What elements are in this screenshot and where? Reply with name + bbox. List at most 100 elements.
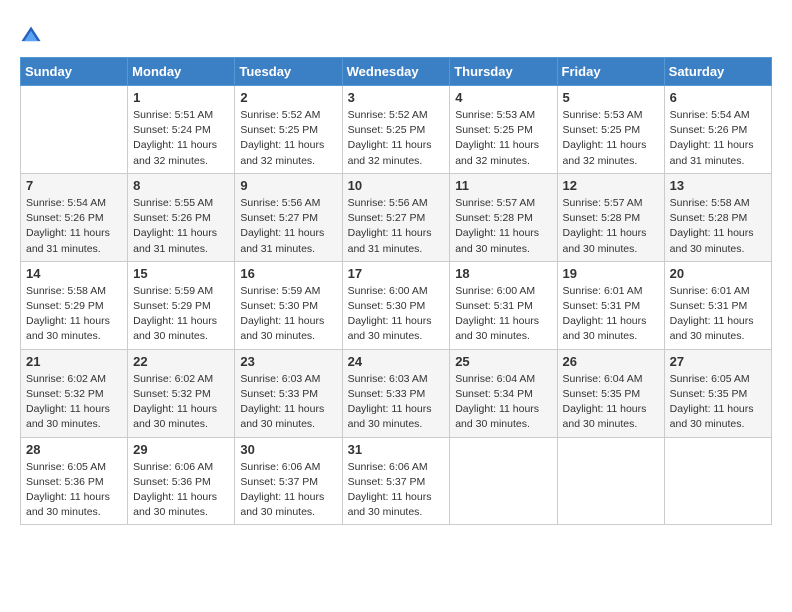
calendar-cell: 8 Sunrise: 5:55 AMSunset: 5:26 PMDaylight… xyxy=(128,173,235,261)
calendar-cell: 5 Sunrise: 5:53 AMSunset: 5:25 PMDaylight… xyxy=(557,86,664,174)
cell-info: Sunrise: 6:02 AMSunset: 5:32 PMDaylight:… xyxy=(26,372,122,433)
weekday-header-thursday: Thursday xyxy=(450,58,557,86)
day-number: 24 xyxy=(348,354,445,369)
calendar-cell: 7 Sunrise: 5:54 AMSunset: 5:26 PMDaylight… xyxy=(21,173,128,261)
day-number: 15 xyxy=(133,266,229,281)
cell-info: Sunrise: 5:53 AMSunset: 5:25 PMDaylight:… xyxy=(563,108,659,169)
calendar-cell: 9 Sunrise: 5:56 AMSunset: 5:27 PMDaylight… xyxy=(235,173,342,261)
cell-info: Sunrise: 6:00 AMSunset: 5:30 PMDaylight:… xyxy=(348,284,445,345)
calendar-cell: 14 Sunrise: 5:58 AMSunset: 5:29 PMDayligh… xyxy=(21,261,128,349)
cell-info: Sunrise: 6:01 AMSunset: 5:31 PMDaylight:… xyxy=(563,284,659,345)
day-number: 21 xyxy=(26,354,122,369)
day-number: 18 xyxy=(455,266,551,281)
day-number: 31 xyxy=(348,442,445,457)
calendar-table: SundayMondayTuesdayWednesdayThursdayFrid… xyxy=(20,57,772,525)
cell-info: Sunrise: 5:56 AMSunset: 5:27 PMDaylight:… xyxy=(348,196,445,257)
calendar-cell: 16 Sunrise: 5:59 AMSunset: 5:30 PMDayligh… xyxy=(235,261,342,349)
cell-info: Sunrise: 5:57 AMSunset: 5:28 PMDaylight:… xyxy=(563,196,659,257)
calendar-week-row: 28 Sunrise: 6:05 AMSunset: 5:36 PMDayligh… xyxy=(21,437,772,525)
day-number: 2 xyxy=(240,90,336,105)
cell-info: Sunrise: 5:56 AMSunset: 5:27 PMDaylight:… xyxy=(240,196,336,257)
weekday-header-saturday: Saturday xyxy=(664,58,771,86)
weekday-header-friday: Friday xyxy=(557,58,664,86)
day-number: 9 xyxy=(240,178,336,193)
day-number: 13 xyxy=(670,178,766,193)
day-number: 17 xyxy=(348,266,445,281)
calendar-cell: 2Sunrise: 5:52 AMSunset: 5:25 PMDaylight… xyxy=(235,86,342,174)
cell-info: Sunrise: 6:05 AMSunset: 5:35 PMDaylight:… xyxy=(670,372,766,433)
calendar-cell xyxy=(664,437,771,525)
calendar-cell: 28 Sunrise: 6:05 AMSunset: 5:36 PMDayligh… xyxy=(21,437,128,525)
calendar-cell: 30Sunrise: 6:06 AMSunset: 5:37 PMDayligh… xyxy=(235,437,342,525)
cell-info: Sunrise: 6:00 AMSunset: 5:31 PMDaylight:… xyxy=(455,284,551,345)
calendar-cell: 29 Sunrise: 6:06 AMSunset: 5:36 PMDayligh… xyxy=(128,437,235,525)
day-number: 22 xyxy=(133,354,229,369)
cell-info: Sunrise: 6:04 AMSunset: 5:35 PMDaylight:… xyxy=(563,372,659,433)
day-number: 1 xyxy=(133,90,229,105)
calendar-cell: 26 Sunrise: 6:04 AMSunset: 5:35 PMDayligh… xyxy=(557,349,664,437)
day-number: 23 xyxy=(240,354,336,369)
cell-info: Sunrise: 5:54 AMSunset: 5:26 PMDaylight:… xyxy=(26,196,122,257)
cell-info: Sunrise: 5:59 AMSunset: 5:30 PMDaylight:… xyxy=(240,284,336,345)
generalblue-icon xyxy=(20,25,42,47)
cell-info: Sunrise: 5:53 AMSunset: 5:25 PMDaylight:… xyxy=(455,108,551,169)
day-number: 28 xyxy=(26,442,122,457)
day-number: 10 xyxy=(348,178,445,193)
day-number: 8 xyxy=(133,178,229,193)
calendar-week-row: 21 Sunrise: 6:02 AMSunset: 5:32 PMDayligh… xyxy=(21,349,772,437)
weekday-header-wednesday: Wednesday xyxy=(342,58,450,86)
weekday-header-sunday: Sunday xyxy=(21,58,128,86)
calendar-cell: 24Sunrise: 6:03 AMSunset: 5:33 PMDayligh… xyxy=(342,349,450,437)
cell-info: Sunrise: 6:03 AMSunset: 5:33 PMDaylight:… xyxy=(240,372,336,433)
cell-info: Sunrise: 6:04 AMSunset: 5:34 PMDaylight:… xyxy=(455,372,551,433)
calendar-week-row: 1 Sunrise: 5:51 AMSunset: 5:24 PMDaylight… xyxy=(21,86,772,174)
calendar-cell: 21 Sunrise: 6:02 AMSunset: 5:32 PMDayligh… xyxy=(21,349,128,437)
day-number: 6 xyxy=(670,90,766,105)
calendar-cell: 23 Sunrise: 6:03 AMSunset: 5:33 PMDayligh… xyxy=(235,349,342,437)
calendar-cell: 11 Sunrise: 5:57 AMSunset: 5:28 PMDayligh… xyxy=(450,173,557,261)
day-number: 16 xyxy=(240,266,336,281)
calendar-cell: 15 Sunrise: 5:59 AMSunset: 5:29 PMDayligh… xyxy=(128,261,235,349)
cell-info: Sunrise: 5:51 AMSunset: 5:24 PMDaylight:… xyxy=(133,108,229,169)
cell-info: Sunrise: 6:01 AMSunset: 5:31 PMDaylight:… xyxy=(670,284,766,345)
calendar-cell: 10 Sunrise: 5:56 AMSunset: 5:27 PMDayligh… xyxy=(342,173,450,261)
cell-info: Sunrise: 5:58 AMSunset: 5:29 PMDaylight:… xyxy=(26,284,122,345)
cell-info: Sunrise: 6:06 AMSunset: 5:37 PMDaylight:… xyxy=(348,460,445,521)
day-number: 25 xyxy=(455,354,551,369)
day-number: 14 xyxy=(26,266,122,281)
cell-info: Sunrise: 5:52 AMSunset: 5:25 PMDaylight:… xyxy=(348,108,445,169)
calendar-cell xyxy=(557,437,664,525)
day-number: 7 xyxy=(26,178,122,193)
day-number: 26 xyxy=(563,354,659,369)
logo xyxy=(20,25,46,47)
cell-info: Sunrise: 6:05 AMSunset: 5:36 PMDaylight:… xyxy=(26,460,122,521)
calendar-cell: 12Sunrise: 5:57 AMSunset: 5:28 PMDayligh… xyxy=(557,173,664,261)
calendar-header-row: SundayMondayTuesdayWednesdayThursdayFrid… xyxy=(21,58,772,86)
cell-info: Sunrise: 5:58 AMSunset: 5:28 PMDaylight:… xyxy=(670,196,766,257)
day-number: 29 xyxy=(133,442,229,457)
calendar-cell xyxy=(450,437,557,525)
cell-info: Sunrise: 5:57 AMSunset: 5:28 PMDaylight:… xyxy=(455,196,551,257)
day-number: 19 xyxy=(563,266,659,281)
calendar-cell: 4 Sunrise: 5:53 AMSunset: 5:25 PMDaylight… xyxy=(450,86,557,174)
weekday-header-monday: Monday xyxy=(128,58,235,86)
calendar-cell: 27Sunrise: 6:05 AMSunset: 5:35 PMDayligh… xyxy=(664,349,771,437)
calendar-cell: 6Sunrise: 5:54 AMSunset: 5:26 PMDaylight… xyxy=(664,86,771,174)
weekday-header-tuesday: Tuesday xyxy=(235,58,342,86)
calendar-cell: 3 Sunrise: 5:52 AMSunset: 5:25 PMDaylight… xyxy=(342,86,450,174)
calendar-week-row: 14 Sunrise: 5:58 AMSunset: 5:29 PMDayligh… xyxy=(21,261,772,349)
day-number: 3 xyxy=(348,90,445,105)
day-number: 5 xyxy=(563,90,659,105)
cell-info: Sunrise: 6:06 AMSunset: 5:37 PMDaylight:… xyxy=(240,460,336,521)
calendar-cell: 13 Sunrise: 5:58 AMSunset: 5:28 PMDayligh… xyxy=(664,173,771,261)
calendar-cell: 17 Sunrise: 6:00 AMSunset: 5:30 PMDayligh… xyxy=(342,261,450,349)
calendar-cell: 19 Sunrise: 6:01 AMSunset: 5:31 PMDayligh… xyxy=(557,261,664,349)
cell-info: Sunrise: 5:59 AMSunset: 5:29 PMDaylight:… xyxy=(133,284,229,345)
day-number: 4 xyxy=(455,90,551,105)
day-number: 11 xyxy=(455,178,551,193)
calendar-cell: 18 Sunrise: 6:00 AMSunset: 5:31 PMDayligh… xyxy=(450,261,557,349)
cell-info: Sunrise: 5:55 AMSunset: 5:26 PMDaylight:… xyxy=(133,196,229,257)
calendar-cell: 25 Sunrise: 6:04 AMSunset: 5:34 PMDayligh… xyxy=(450,349,557,437)
cell-info: Sunrise: 6:06 AMSunset: 5:36 PMDaylight:… xyxy=(133,460,229,521)
calendar-cell: 20Sunrise: 6:01 AMSunset: 5:31 PMDayligh… xyxy=(664,261,771,349)
